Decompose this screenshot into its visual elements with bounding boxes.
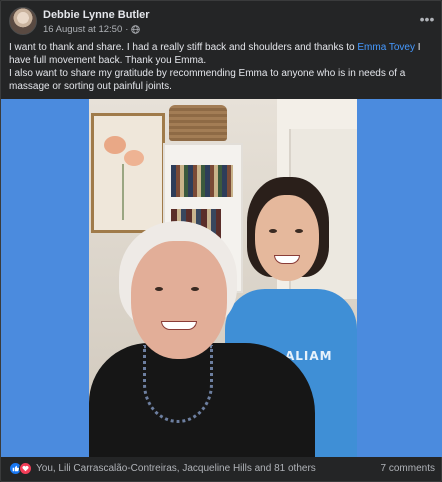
eye xyxy=(191,287,199,291)
painting-flower xyxy=(104,136,126,154)
painting-stem xyxy=(122,164,124,220)
meta-separator: · xyxy=(125,24,129,35)
reactions-text: You, Lili Carrascalão-Contreiras, Jacque… xyxy=(36,462,316,474)
smile xyxy=(161,321,197,330)
post-text-part1: I want to thank and share. I had a reall… xyxy=(9,42,358,53)
more-options-icon[interactable]: ••• xyxy=(419,11,435,27)
eye xyxy=(269,229,277,233)
post-date[interactable]: 16 August at 12:50 xyxy=(43,24,122,35)
love-icon xyxy=(19,461,32,475)
smile xyxy=(274,255,300,264)
eye xyxy=(155,287,163,291)
post-text: I want to thank and share. I had a reall… xyxy=(9,41,439,93)
post-footer: You, Lili Carrascalão-Contreiras, Jacque… xyxy=(9,459,435,477)
eye xyxy=(295,229,303,233)
photo-image: ALIAM xyxy=(89,99,357,457)
post-photo[interactable]: ALIAM xyxy=(1,99,442,457)
left-person-face xyxy=(131,241,227,359)
author-name[interactable]: Debbie Lynne Butler xyxy=(43,9,150,21)
author-avatar[interactable] xyxy=(9,7,37,35)
reactions-summary[interactable]: You, Lili Carrascalão-Contreiras, Jacque… xyxy=(9,461,316,475)
post-meta: 16 August at 12:50 · xyxy=(43,24,141,35)
globe-icon xyxy=(131,25,141,34)
right-person-face xyxy=(255,195,319,281)
books xyxy=(171,165,233,197)
post-card: Debbie Lynne Butler 16 August at 12:50 ·… xyxy=(0,0,442,482)
post-text-line2: I also want to share my gratitude by rec… xyxy=(9,68,406,92)
wicker-basket xyxy=(169,105,227,141)
framed-painting xyxy=(91,113,165,233)
comments-count[interactable]: 7 comments xyxy=(381,463,435,474)
painting-flower xyxy=(124,150,144,166)
post-header: Debbie Lynne Butler 16 August at 12:50 ·… xyxy=(9,7,435,37)
mention-link[interactable]: Emma Tovey xyxy=(357,42,415,53)
